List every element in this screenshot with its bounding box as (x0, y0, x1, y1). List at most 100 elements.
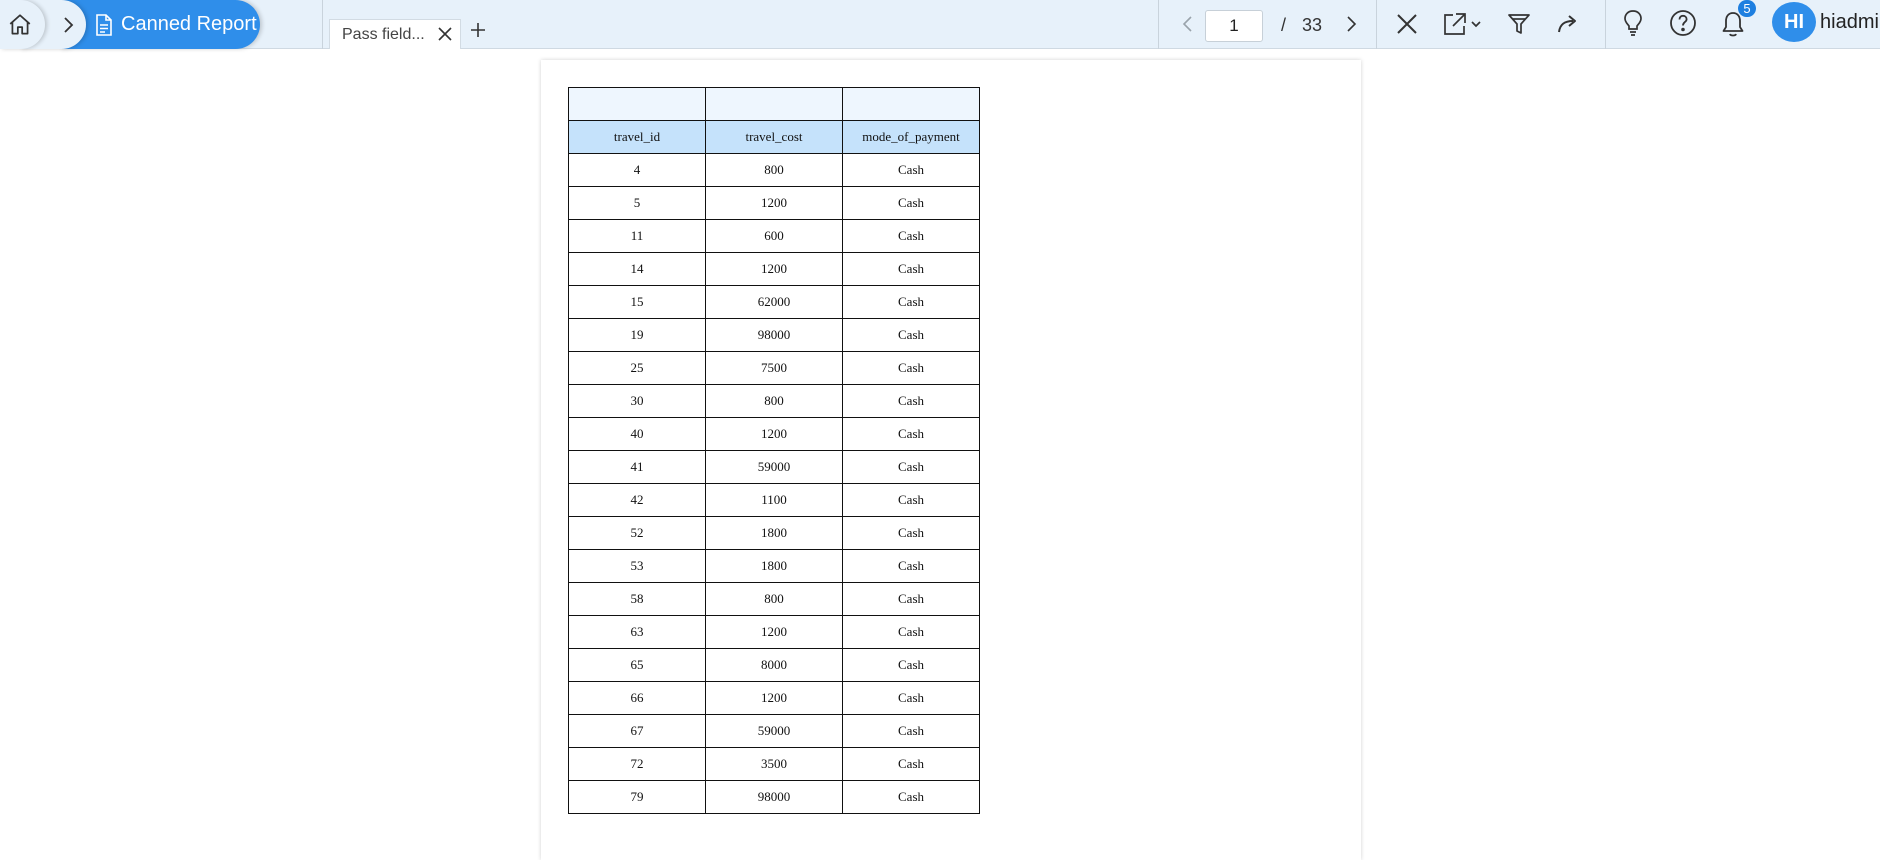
mode-of-payment-cell: Cash (842, 351, 980, 385)
tab-pass-field[interactable]: Pass field... (329, 19, 461, 49)
travel-id-cell: 66 (568, 681, 706, 715)
mode-of-payment-cell: Cash (842, 384, 980, 418)
travel-cost-cell: 8000 (705, 648, 843, 682)
mode-of-payment-cell: Cash (842, 252, 980, 286)
travel-id-cell: 40 (568, 417, 706, 451)
close-icon[interactable] (1393, 11, 1421, 37)
travel-cost-cell: 1200 (705, 186, 843, 220)
document-icon (95, 13, 113, 36)
travel-cost-cell: 1200 (705, 252, 843, 286)
mode-of-payment-cell: Cash (842, 747, 980, 781)
mode-of-payment-cell: Cash (842, 549, 980, 583)
table-row: 25 7500 Cash (568, 351, 980, 385)
lightbulb-icon[interactable] (1618, 8, 1648, 38)
travel-id-cell: 11 (568, 219, 706, 253)
travel-cost-cell: 600 (705, 219, 843, 253)
travel-cost-cell: 800 (705, 153, 843, 187)
travel-cost-cell: 1800 (705, 516, 843, 550)
mode-of-payment-cell: Cash (842, 483, 980, 517)
share-icon[interactable] (1554, 10, 1582, 38)
mode-of-payment-cell: Cash (842, 153, 980, 187)
travel-cost-cell: 1200 (705, 417, 843, 451)
mode-of-payment-cell: Cash (842, 450, 980, 484)
tab-label: Pass field... (342, 25, 425, 43)
table-row: 5 1200 Cash (568, 186, 980, 220)
table-row: 41 59000 Cash (568, 450, 980, 484)
tabs-divider (322, 0, 323, 49)
travel-cost-cell: 62000 (705, 285, 843, 319)
travel-id-cell: 5 (568, 186, 706, 220)
table-row: 19 98000 Cash (568, 318, 980, 352)
page-separator: / (1281, 15, 1287, 35)
table-row: 66 1200 Cash (568, 681, 980, 715)
avatar[interactable]: HI (1772, 2, 1816, 42)
group-header-cell (705, 87, 843, 121)
mode-of-payment-cell: Cash (842, 681, 980, 715)
top-toolbar: Canned Report Pass field... / 33 (0, 0, 1880, 49)
table-row: 53 1800 Cash (568, 549, 980, 583)
next-page-icon[interactable] (1344, 14, 1358, 34)
travel-id-cell: 15 (568, 285, 706, 319)
notification-count-badge: 5 (1738, 0, 1756, 17)
travel-id-cell: 41 (568, 450, 706, 484)
column-header-travel-id: travel_id (568, 120, 706, 154)
chevron-right-icon (60, 15, 76, 35)
travel-id-cell: 42 (568, 483, 706, 517)
total-pages: 33 (1302, 15, 1323, 35)
column-header-row: travel_id travel_cost mode_of_payment (568, 120, 980, 154)
mode-of-payment-cell: Cash (842, 648, 980, 682)
mode-of-payment-cell: Cash (842, 186, 980, 220)
table-row: 4 800 Cash (568, 153, 980, 187)
travel-id-cell: 63 (568, 615, 706, 649)
table-row: 72 3500 Cash (568, 747, 980, 781)
report-table: travel_id travel_cost mode_of_payment 48… (568, 87, 980, 814)
mode-of-payment-cell: Cash (842, 780, 980, 814)
user-name[interactable]: hiadmin (1820, 11, 1880, 34)
travel-id-cell: 19 (568, 318, 706, 352)
previous-page-icon[interactable] (1181, 14, 1195, 34)
table-row: 40 1200 Cash (568, 417, 980, 451)
travel-cost-cell: 1200 (705, 615, 843, 649)
column-header-travel-cost: travel_cost (705, 120, 843, 154)
travel-cost-cell: 59000 (705, 714, 843, 748)
filter-icon[interactable] (1505, 10, 1533, 38)
help-icon[interactable] (1668, 8, 1698, 38)
table-row: 67 59000 Cash (568, 714, 980, 748)
export-icon[interactable] (1440, 10, 1484, 38)
travel-cost-cell: 1800 (705, 549, 843, 583)
table-row: 30 800 Cash (568, 384, 980, 418)
page-number-input[interactable] (1205, 10, 1263, 42)
travel-cost-cell: 800 (705, 384, 843, 418)
mode-of-payment-cell: Cash (842, 516, 980, 550)
mode-of-payment-cell: Cash (842, 714, 980, 748)
table-row: 15 62000 Cash (568, 285, 980, 319)
report-title: Canned Report (121, 13, 257, 35)
breadcrumb-current-report[interactable]: Canned Report (60, 0, 260, 49)
home-icon (9, 12, 33, 38)
travel-id-cell: 30 (568, 384, 706, 418)
mode-of-payment-cell: Cash (842, 615, 980, 649)
add-tab-icon[interactable] (470, 22, 486, 38)
travel-cost-cell: 3500 (705, 747, 843, 781)
mode-of-payment-cell: Cash (842, 417, 980, 451)
group-header-cell (842, 87, 980, 121)
travel-cost-cell: 1100 (705, 483, 843, 517)
toolbar-divider (1158, 0, 1159, 49)
report-page: travel_id travel_cost mode_of_payment 48… (541, 60, 1361, 860)
travel-id-cell: 4 (568, 153, 706, 187)
mode-of-payment-cell: Cash (842, 285, 980, 319)
table-row: 65 8000 Cash (568, 648, 980, 682)
travel-id-cell: 53 (568, 549, 706, 583)
travel-id-cell: 67 (568, 714, 706, 748)
travel-id-cell: 65 (568, 648, 706, 682)
group-header-cell (568, 87, 706, 121)
mode-of-payment-cell: Cash (842, 318, 980, 352)
table-row: 79 98000 Cash (568, 780, 980, 814)
travel-id-cell: 52 (568, 516, 706, 550)
toolbar-divider (1376, 0, 1377, 49)
close-tab-icon[interactable] (438, 27, 452, 41)
group-header-row (568, 87, 980, 121)
mode-of-payment-cell: Cash (842, 582, 980, 616)
travel-id-cell: 58 (568, 582, 706, 616)
travel-id-cell: 79 (568, 780, 706, 814)
